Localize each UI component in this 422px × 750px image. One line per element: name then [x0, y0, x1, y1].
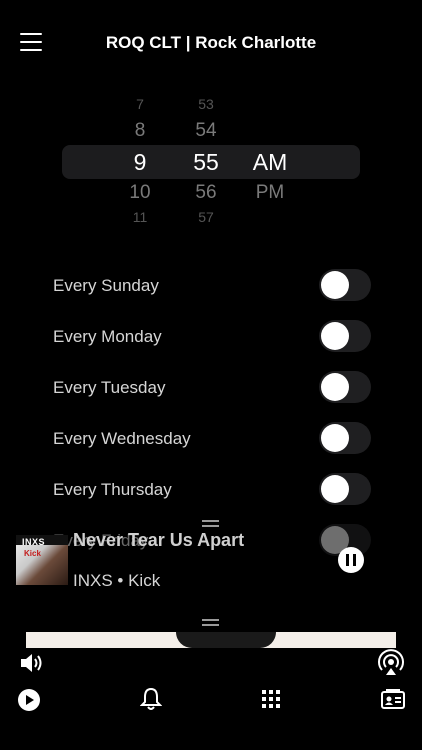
toggle-tuesday[interactable] — [319, 371, 371, 403]
bell-icon[interactable] — [140, 687, 162, 711]
contact-card-icon[interactable] — [381, 688, 405, 710]
drag-handle-icon[interactable] — [202, 520, 219, 527]
hour-option: 7 — [136, 96, 144, 112]
artist-album: INXS • Kick — [73, 571, 161, 590]
album-cover-subtext: Kick — [24, 549, 41, 558]
minute-option: 53 — [198, 96, 214, 112]
period-option: PM — [255, 182, 285, 203]
drag-handle-icon[interactable] — [202, 619, 219, 626]
hour-option: 10 — [129, 182, 151, 203]
minute-option: 56 — [195, 182, 217, 203]
hour-selected: 9 — [133, 149, 147, 175]
time-picker[interactable]: 7 8 9 10 11 53 54 55 56 57 AM PM — [0, 90, 422, 230]
period-wheel[interactable]: AM PM — [240, 90, 300, 230]
toggle-sunday[interactable] — [319, 269, 371, 301]
track-title: Never Tear Us Apart — [73, 530, 245, 550]
period-selected: AM — [252, 149, 288, 175]
toggle-thursday[interactable] — [319, 473, 371, 505]
minute-option: 54 — [195, 120, 217, 141]
menu-button[interactable] — [18, 30, 44, 54]
album-cover-text: INXS — [22, 537, 46, 547]
alarm-label-tuesday: Every Tuesday — [53, 378, 166, 397]
alarm-label-monday: Every Monday — [53, 327, 162, 346]
pause-icon — [346, 554, 349, 566]
album-cover: INXS Kick — [16, 535, 68, 585]
hamburger-icon — [20, 33, 42, 35]
pause-button[interactable] — [338, 547, 364, 573]
alarm-label-thursday: Every Thursday — [53, 480, 172, 499]
airplay-icon[interactable] — [377, 649, 405, 677]
hour-option: 8 — [134, 120, 146, 141]
minute-wheel[interactable]: 53 54 55 56 57 — [176, 90, 236, 230]
volume-icon[interactable] — [18, 650, 46, 676]
hour-wheel[interactable]: 7 8 9 10 11 — [110, 90, 170, 230]
play-icon[interactable] — [17, 688, 41, 712]
hour-option: 11 — [132, 209, 148, 225]
toggle-wednesday[interactable] — [319, 422, 371, 454]
minute-selected: 55 — [193, 149, 219, 175]
toggle-monday[interactable] — [319, 320, 371, 352]
grid-icon[interactable] — [262, 690, 280, 708]
page-title: ROQ CLT | Rock Charlotte — [105, 33, 317, 52]
alarm-label-sunday: Every Sunday — [53, 276, 159, 295]
minute-option: 57 — [198, 209, 214, 225]
ad-banner[interactable] — [26, 632, 396, 648]
alarm-label-wednesday: Every Wednesday — [53, 429, 191, 448]
